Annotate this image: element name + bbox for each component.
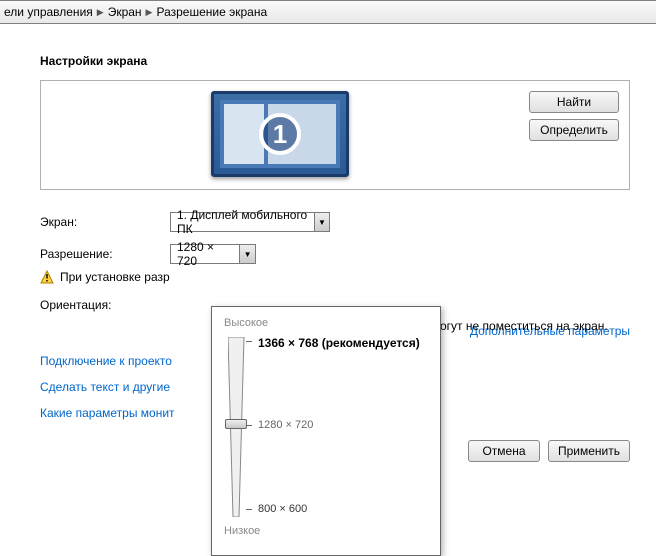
slider-option-recommended: 1366 × 768 (рекомендуется) [258, 336, 420, 350]
resolution-slider-popup: Высокое 1366 × 768 (рекомендуется) 1280 … [211, 306, 441, 556]
resolution-dropdown[interactable]: 1280 × 720 ▼ [170, 244, 256, 264]
chevron-right-icon: ▶ [146, 7, 153, 18]
slider-high-label: Высокое [224, 317, 428, 329]
slider-low-label: Низкое [224, 525, 428, 537]
warning-text-right: огут не поместиться на экран. [440, 319, 608, 333]
chevron-down-icon[interactable]: ▼ [314, 213, 329, 231]
warning-text-left: При установке разр [60, 270, 170, 284]
slider-option-current: 1280 × 720 [258, 419, 313, 431]
apply-button[interactable]: Применить [548, 440, 630, 462]
display-preview: 1 Найти Определить [40, 80, 630, 190]
slider-thumb[interactable] [225, 419, 247, 429]
breadcrumb-item-control-panel[interactable]: ели управления [4, 5, 93, 19]
cancel-button[interactable]: Отмена [468, 440, 540, 462]
monitor-number-badge: 1 [259, 113, 301, 155]
monitor-thumbnail[interactable]: 1 [211, 91, 349, 177]
orientation-label: Ориентация: [40, 298, 170, 312]
resolution-dropdown-value: 1280 × 720 [171, 240, 239, 268]
chevron-right-icon: ▶ [97, 7, 104, 18]
warning-icon [40, 270, 54, 284]
screen-dropdown-value: 1. Дисплей мобильного ПК [171, 208, 314, 236]
page-title: Настройки экрана [40, 54, 656, 68]
slider-option-min: 800 × 600 [258, 503, 307, 515]
resolution-label: Разрешение: [40, 247, 170, 261]
breadcrumb-item-screen[interactable]: Экран [108, 5, 142, 19]
find-button[interactable]: Найти [529, 91, 619, 113]
resolution-slider[interactable] [228, 337, 246, 517]
chevron-down-icon[interactable]: ▼ [239, 245, 255, 263]
breadcrumb: ели управления ▶ Экран ▶ Разрешение экра… [0, 0, 656, 24]
identify-button[interactable]: Определить [529, 119, 619, 141]
screen-label: Экран: [40, 215, 170, 229]
screen-dropdown[interactable]: 1. Дисплей мобильного ПК ▼ [170, 212, 330, 232]
breadcrumb-item-resolution[interactable]: Разрешение экрана [156, 5, 267, 19]
